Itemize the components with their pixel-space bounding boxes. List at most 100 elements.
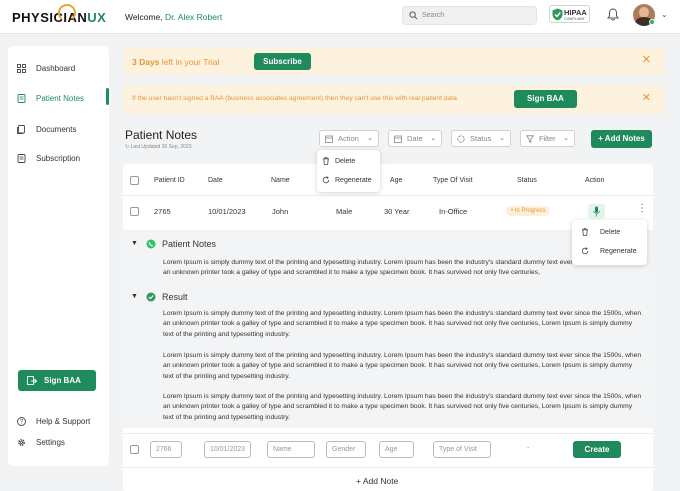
divider: [123, 467, 653, 468]
chevron-down-icon: ⌄: [367, 135, 373, 142]
col-name: Name: [271, 177, 290, 184]
select-all-checkbox[interactable]: [130, 176, 139, 185]
col-age: Age: [390, 177, 403, 184]
col-status: Status: [517, 177, 537, 184]
collapse-arrow-icon[interactable]: ▼: [131, 240, 138, 247]
sign-baa-button[interactable]: Sign BAA: [514, 90, 577, 108]
check-circle-icon: [146, 292, 156, 302]
date-field[interactable]: 10/01/2023: [204, 441, 251, 458]
subscribe-button[interactable]: Subscribe: [254, 53, 311, 70]
help-icon: ?: [17, 416, 26, 426]
refresh-icon: [322, 176, 330, 184]
patient-notes-text: Lorem Ipsum is simply dummy text of the …: [163, 259, 642, 277]
welcome-text: Welcome, Dr. Alex Robert: [125, 12, 223, 22]
age-field[interactable]: Age: [379, 441, 414, 458]
sidebar-item-documents[interactable]: Documents: [17, 122, 109, 136]
trash-icon: [582, 228, 588, 236]
documents-icon: [17, 124, 25, 134]
trial-text: 3 Days left in your Trial: [132, 57, 220, 67]
trash-icon: [323, 157, 329, 165]
name-field[interactable]: Name: [267, 441, 315, 458]
result-paragraph: Lorem Ipsum is simply dummy text of the …: [163, 310, 642, 338]
create-button[interactable]: Create: [573, 441, 621, 458]
sidebar-item-subscription[interactable]: Subscription: [17, 151, 109, 165]
last-updated: ↻ Last Updated 30 Sep, 2023: [125, 144, 192, 150]
menu-item-regenerate[interactable]: Regenerate: [322, 176, 372, 184]
col-action: Action: [585, 177, 605, 184]
status-loader-icon: [457, 134, 465, 143]
calendar-icon: [394, 135, 402, 143]
menu-item-delete[interactable]: Delete: [581, 228, 620, 236]
menu-item-regenerate[interactable]: Regenerate: [581, 247, 637, 255]
search-placeholder: Search: [422, 11, 445, 19]
subscription-icon: [17, 153, 26, 163]
cell-age: 30 Year: [384, 207, 410, 216]
cell-gender: Male: [336, 207, 353, 216]
visit-type-field[interactable]: Type of Visit: [433, 441, 491, 458]
status-placeholder: -: [527, 445, 530, 452]
funnel-icon: [526, 134, 534, 143]
sidebar-item-dashboard[interactable]: Dashboard: [17, 61, 109, 75]
grid-icon: [17, 63, 26, 73]
divider: [123, 433, 653, 434]
patient-notes-heading: Patient Notes: [162, 239, 217, 249]
calendar-icon: [325, 135, 333, 143]
add-notes-button[interactable]: + Add Notes: [591, 130, 652, 148]
mic-button[interactable]: [588, 204, 605, 219]
status-dropdown[interactable]: Status ⌄: [451, 130, 511, 147]
top-bar: PHYSICIANUX Welcome, Dr. Alex Robert Sea…: [0, 0, 680, 34]
active-indicator: [106, 88, 109, 105]
date-dropdown[interactable]: Date ⌄: [388, 130, 442, 147]
menu-item-delete[interactable]: Delete: [322, 157, 355, 165]
status-badge: • In Progress: [506, 206, 551, 216]
divider: [123, 195, 653, 196]
chevron-down-icon[interactable]: ⌄: [661, 10, 668, 19]
sign-document-icon: [27, 376, 37, 385]
hipaa-badge: HIPAA COMPLIANT: [549, 5, 590, 23]
microphone-icon: [593, 206, 600, 217]
collapse-arrow-icon[interactable]: ▼: [131, 293, 138, 300]
trial-banner: 3 Days left in your Trial Subscribe ✕: [123, 48, 665, 75]
filter-dropdown[interactable]: Filter ⌄: [520, 130, 575, 147]
notes-icon: [17, 93, 26, 103]
cell-name: John: [272, 207, 289, 216]
gear-icon: [18, 438, 25, 446]
chevron-down-icon: ⌄: [430, 135, 436, 142]
sidebar-sign-baa-button[interactable]: Sign BAA: [18, 370, 96, 391]
search-input[interactable]: Search: [402, 6, 537, 25]
col-date: Date: [208, 177, 223, 184]
page-title: Patient Notes: [125, 128, 198, 142]
refresh-icon: [581, 247, 589, 255]
chevron-down-icon: ⌄: [499, 135, 505, 142]
more-options-icon[interactable]: ⋮: [637, 204, 647, 214]
sidebar-item-patient-notes[interactable]: Patient Notes: [17, 91, 109, 105]
close-icon[interactable]: ✕: [642, 55, 651, 66]
new-row-checkbox[interactable]: [130, 445, 139, 454]
sidebar: Dashboard Patient Notes Documents Subscr…: [8, 46, 109, 466]
row-checkbox[interactable]: [130, 207, 139, 216]
col-patient-id: Patient ID: [154, 177, 185, 184]
sidebar-item-help[interactable]: ? Help & Support: [17, 414, 109, 428]
add-note-link[interactable]: + Add Note: [356, 476, 398, 486]
close-icon[interactable]: ✕: [642, 93, 651, 104]
svg-text:?: ?: [20, 419, 24, 425]
result-paragraph: Lorem Ipsum is simply dummy text of the …: [163, 393, 642, 421]
action-menu: Delete Regenerate: [317, 150, 380, 192]
online-status-dot: [649, 19, 655, 25]
result-heading: Result: [162, 292, 188, 302]
cell-date: 10/01/2023: [208, 207, 246, 216]
sidebar-item-settings[interactable]: Settings: [17, 435, 109, 449]
col-type-of-visit: Type Of Visit: [433, 177, 473, 184]
chevron-down-icon: ⌄: [563, 135, 569, 142]
baa-warning-text: If the user hasn't signed a BAA (busines…: [132, 95, 457, 102]
bell-icon[interactable]: [607, 8, 619, 21]
logo-stethoscope-icon: [58, 4, 76, 22]
result-paragraph: Lorem Ipsum is simply dummy text of the …: [163, 352, 642, 380]
shield-check-icon: [552, 8, 563, 21]
search-icon: [409, 11, 418, 20]
patient-id-field[interactable]: 2766: [150, 441, 182, 458]
action-dropdown[interactable]: Action ⌄: [319, 130, 379, 147]
gender-field[interactable]: Gender: [326, 441, 366, 458]
whatsapp-icon: [146, 239, 156, 249]
baa-banner: If the user hasn't signed a BAA (busines…: [123, 85, 665, 114]
